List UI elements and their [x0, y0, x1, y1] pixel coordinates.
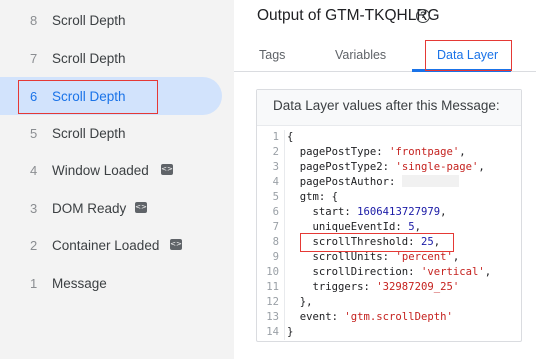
- code-line: 13 event: 'gtm.scrollDepth': [266, 311, 453, 323]
- code-line: 7 uniqueEventId: 5,: [272, 221, 421, 233]
- output-panel: Output of GTM-TKQHLRG ? Tags Variables D…: [234, 0, 536, 359]
- code-line-scroll-threshold: 8 scrollThreshold: 25,: [272, 236, 441, 248]
- code-line: 11 triggers: '32987209_25': [266, 281, 460, 293]
- code-line: 4 pagePostAuthor:: [261, 175, 459, 190]
- code-tag-icon: <>: [135, 202, 147, 213]
- code-line: 10 scrollDirection: 'vertical',: [266, 266, 492, 278]
- sidebar-item-message-3[interactable]: 3 DOM Ready <>: [0, 190, 222, 227]
- code-line: 5 gtm: {: [272, 191, 339, 203]
- message-sidebar: 8 Scroll Depth 7 Scroll Depth 6 Scroll D…: [0, 0, 234, 359]
- sidebar-item-message-2[interactable]: 2 Container Loaded <>: [0, 227, 222, 264]
- active-tab-indicator: [412, 69, 511, 72]
- help-icon[interactable]: ?: [416, 9, 430, 23]
- sidebar-item-message-1[interactable]: 1 Message: [0, 265, 222, 302]
- message-number: 4: [30, 163, 38, 178]
- message-number: 5: [30, 126, 38, 141]
- tab-variables[interactable]: Variables: [335, 48, 386, 62]
- message-number: 3: [30, 201, 38, 216]
- sidebar-item-message-5[interactable]: 5 Scroll Depth: [0, 115, 222, 152]
- message-number: 6: [30, 88, 38, 104]
- data-layer-code: 1{ 2 pagePostType: 'frontpage', 3 pagePo…: [261, 130, 517, 342]
- message-number: 8: [30, 13, 38, 28]
- code-line: 14}: [266, 326, 294, 338]
- tab-tags[interactable]: Tags: [259, 48, 285, 62]
- message-label: Scroll Depth: [52, 51, 126, 66]
- code-line: 12 },: [266, 296, 313, 308]
- message-number: 2: [30, 238, 38, 253]
- sidebar-item-message-7[interactable]: 7 Scroll Depth: [0, 40, 222, 77]
- sidebar-item-message-6[interactable]: 6 Scroll Depth: [0, 77, 222, 115]
- code-tag-icon: <>: [170, 239, 182, 250]
- tab-data-layer[interactable]: Data Layer: [437, 48, 498, 62]
- message-label: Scroll Depth: [52, 13, 126, 28]
- data-layer-card: Data Layer values after this Message: 1{…: [256, 89, 522, 342]
- message-label: DOM Ready: [52, 201, 127, 216]
- sidebar-item-message-8[interactable]: 8 Scroll Depth: [0, 2, 222, 39]
- message-number: 7: [30, 51, 38, 66]
- message-number: 1: [30, 276, 38, 291]
- message-label: Message: [52, 276, 107, 291]
- redacted-value: [401, 175, 459, 187]
- code-tag-icon: <>: [161, 164, 173, 175]
- message-label: Scroll Depth: [52, 126, 126, 141]
- message-label: Scroll Depth: [52, 88, 126, 104]
- card-heading: Data Layer values after this Message:: [257, 90, 521, 126]
- tab-bar: Tags Variables Data Layer: [234, 38, 536, 72]
- code-line: 3 pagePostType2: 'single-page',: [272, 161, 485, 173]
- code-line: 6 start: 1606413727979,: [272, 206, 447, 218]
- code-line: 9 scrollUnits: 'percent',: [272, 251, 460, 263]
- page-title: Output of GTM-TKQHLRG: [257, 7, 440, 24]
- message-label: Container Loaded: [52, 238, 160, 253]
- code-line: 2 pagePostType: 'frontpage',: [272, 146, 466, 158]
- code-line: 1{: [272, 131, 294, 143]
- message-label: Window Loaded: [52, 163, 149, 178]
- sidebar-item-message-4[interactable]: 4 Window Loaded <>: [0, 152, 222, 189]
